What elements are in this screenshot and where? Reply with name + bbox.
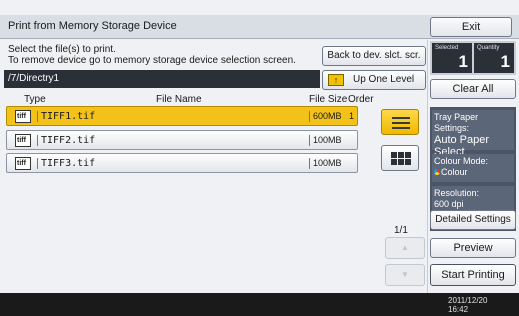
back-to-device-select-button[interactable]: Back to dev. slct. scr. [322,46,426,66]
up-one-level-button[interactable]: ↑ Up One Level [322,70,426,90]
file-row[interactable]: TIFF2.tif 100MB [6,130,358,150]
colour-mode-value: Colour [441,167,468,177]
triangle-down-icon: ▼ [401,270,409,279]
file-name: TIFF2.tif [37,135,95,146]
current-path: /7/Directry1 [4,70,320,88]
resolution-value: 600 dpi [434,199,464,209]
list-view-icon [392,117,410,129]
instruction-line-1: Select the file(s) to print. [8,44,116,55]
column-header-order: Order [348,94,374,105]
instruction-line-2: To remove device go to memory storage de… [8,55,296,66]
selected-value: 1 [458,52,468,71]
page-up-button[interactable]: ▲ [385,237,425,259]
resolution-label: Resolution: [434,188,480,198]
file-row[interactable]: TIFF1.tif 600MB 1 [6,106,358,126]
column-header-file-name: File Name [156,94,202,105]
file-order: 1 [349,111,355,121]
detailed-settings-button[interactable]: Detailed Settings [430,210,516,230]
preview-button[interactable]: Preview [430,238,516,258]
exit-button[interactable]: Exit [430,17,512,37]
tray-paper-label: Tray Paper Settings: [434,112,479,133]
list-view-button[interactable] [381,109,419,135]
clock-date: 2011/12/20 [448,296,488,305]
status-bar [0,293,519,316]
count-box: Selected 1 Quantity 1 [430,41,516,75]
colour-mode-value-row: Colour [434,167,512,178]
folder-up-icon: ↑ [328,74,344,86]
tiff-file-icon [15,134,31,147]
page-down-button[interactable]: ▼ [385,264,425,286]
grid-view-button[interactable] [381,145,419,171]
column-header-file-size: File Size [309,94,348,105]
top-strip [0,0,519,15]
start-printing-button[interactable]: Start Printing [430,264,516,286]
print-from-memory-screen: Print from Memory Storage Device Exit Se… [0,0,519,316]
tray-paper-settings[interactable]: Tray Paper Settings: Auto Paper Select [432,110,514,158]
grid-view-icon [391,152,411,165]
file-name: TIFF3.tif [37,158,95,169]
instruction-text: Select the file(s) to print. To remove d… [8,44,318,66]
selected-label: Selected [435,45,459,51]
tiff-file-icon [15,110,31,123]
tiff-file-icon [15,157,31,170]
colour-icon [434,169,440,175]
file-size: 100MB [309,135,342,146]
quantity-value: 1 [500,52,510,71]
file-size: 100MB [309,158,342,169]
panel-divider [427,40,428,293]
clear-all-button[interactable]: Clear All [430,79,516,99]
colour-mode-setting[interactable]: Colour Mode: Colour [432,154,514,182]
file-size: 600MB [309,111,342,122]
quantity-label: Quantity [477,45,500,51]
triangle-up-icon: ▲ [401,243,409,252]
page-title: Print from Memory Storage Device [8,20,177,32]
up-one-level-label: Up One Level [353,74,415,85]
selected-count: Selected 1 [432,43,472,73]
clock-time: 16:42 [448,305,469,314]
column-header-type: Type [24,94,46,105]
file-name: TIFF1.tif [37,111,95,122]
colour-mode-label: Colour Mode: [434,156,489,166]
page-indicator: 1/1 [394,225,408,236]
title-bar: Print from Memory Storage Device Exit [0,15,519,39]
file-row[interactable]: TIFF3.tif 100MB [6,153,358,173]
quantity-count[interactable]: Quantity 1 [474,43,514,73]
